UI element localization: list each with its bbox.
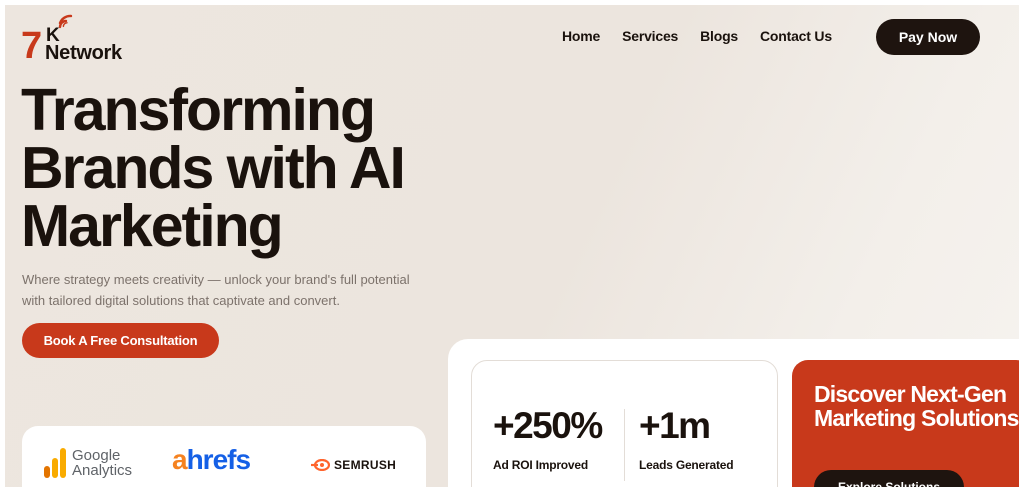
stat-label: Leads Generated xyxy=(639,458,734,472)
partner-logos-card: Google Analytics ahrefs SEMRUSH xyxy=(22,426,426,487)
ga-text-line1: Google xyxy=(72,447,121,464)
semrush-flame-icon xyxy=(311,459,330,471)
semrush-logo: SEMRUSH xyxy=(310,458,396,472)
main-nav: Home Services Blogs Contact Us xyxy=(562,28,832,44)
google-analytics-icon xyxy=(44,448,66,478)
discover-card: Discover Next-Gen Marketing Solutions Ex… xyxy=(792,360,1019,487)
stat-label: Ad ROI Improved xyxy=(493,458,589,472)
ahrefs-logo: ahrefs xyxy=(172,444,251,476)
ga-text-line2: Analytics xyxy=(72,462,133,479)
ahrefs-rest: hrefs xyxy=(186,444,251,475)
stat-leads: +1m Leads Generated xyxy=(639,405,734,472)
stat-value: +1m xyxy=(639,405,711,446)
google-analytics-logo: Google Analytics xyxy=(44,448,132,478)
hero-title: Transforming Brands with AI Marketing xyxy=(21,77,406,259)
brand-logo[interactable]: 7 K Network xyxy=(21,13,141,69)
logo-number: 7 xyxy=(21,25,42,67)
book-consultation-button[interactable]: Book A Free Consultation xyxy=(22,323,219,358)
pay-now-button[interactable]: Pay Now xyxy=(876,19,980,55)
nav-blogs[interactable]: Blogs xyxy=(700,28,738,44)
nav-home[interactable]: Home xyxy=(562,28,600,44)
logo-word: Network xyxy=(45,42,122,64)
page-frame: 7 K Network Home Services Blogs Contact … xyxy=(5,5,1019,487)
nav-contact-us[interactable]: Contact Us xyxy=(760,28,832,44)
nav-services[interactable]: Services xyxy=(622,28,678,44)
explore-solutions-button[interactable]: Explore Solutions xyxy=(814,470,964,487)
stat-value: +250% xyxy=(493,405,603,446)
discover-title: Discover Next-Gen Marketing Solutions xyxy=(814,381,1019,431)
semrush-text: SEMRUSH xyxy=(334,458,397,472)
stat-ad-roi: +250% Ad ROI Improved xyxy=(493,405,603,472)
ahrefs-first-letter: a xyxy=(172,444,188,475)
hero-subtitle: Where strategy meets creativity — unlock… xyxy=(22,272,410,308)
stat-divider xyxy=(624,409,625,481)
